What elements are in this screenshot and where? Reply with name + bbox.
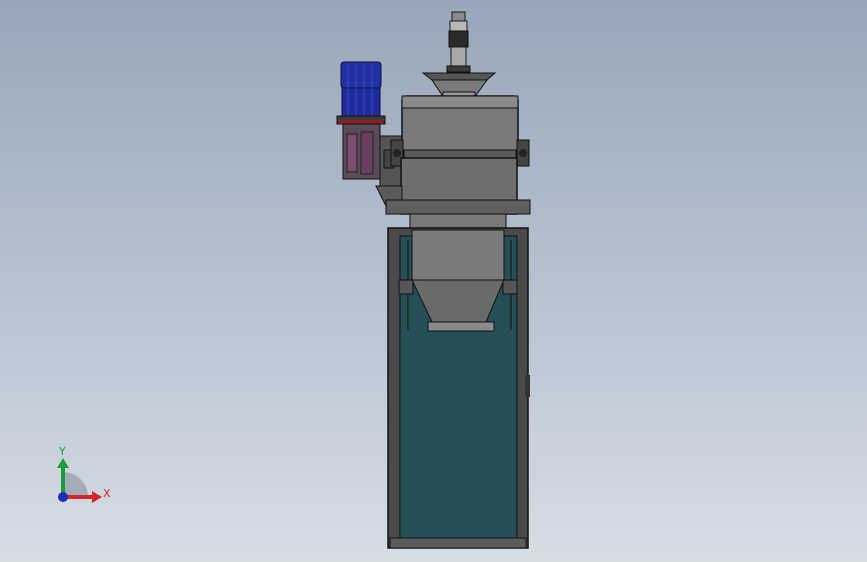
top-shaft[interactable] (446, 11, 471, 73)
motor[interactable] (336, 61, 386, 125)
z-axis-icon (58, 492, 68, 502)
top-flange[interactable] (421, 72, 497, 100)
triad-plane-icon (63, 472, 88, 497)
coordinate-triad (57, 458, 102, 503)
mixer-drum[interactable] (390, 95, 530, 167)
y-axis-label: Y (58, 445, 66, 458)
model-canvas[interactable]: Y X (0, 0, 867, 562)
3d-viewport[interactable]: Y X (0, 0, 867, 562)
x-axis-label: X (103, 487, 111, 500)
